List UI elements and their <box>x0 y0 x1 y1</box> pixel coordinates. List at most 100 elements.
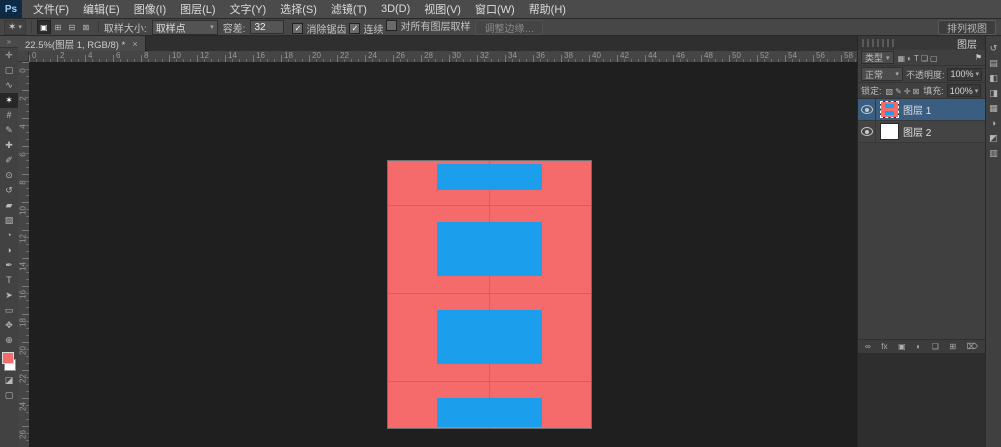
hand-tool[interactable]: ✥ <box>0 318 18 333</box>
lock-row: 锁定: ▨ ✎ ✛ ⊠ 填充: 100% ▾ <box>858 83 985 99</box>
menu-item-8[interactable]: 视图(V) <box>417 1 468 17</box>
eyedropper-tool[interactable]: ✎ <box>0 123 18 138</box>
pattern-gridline <box>489 161 490 428</box>
filter-pixel-layers-icon[interactable]: ▦ <box>897 54 907 63</box>
blend-mode-select[interactable]: 正常 ▾ <box>861 67 903 81</box>
filter-shape-layers-icon[interactable]: ❏ <box>920 54 929 63</box>
adjustments-panel-icon[interactable]: ◑ <box>986 116 1001 131</box>
layer-effects-icon[interactable]: fx <box>881 342 887 351</box>
checkbox-label: 对所有图层取样 <box>400 22 471 33</box>
canvas-viewport[interactable] <box>29 62 857 447</box>
delete-layer-icon[interactable]: ⌦ <box>967 342 978 351</box>
menu-item-2[interactable]: 图像(I) <box>127 1 173 17</box>
lock-pixels-icon[interactable]: ✎ <box>894 87 903 96</box>
tab-layers[interactable]: 图层 <box>957 36 981 51</box>
properties-panel-icon[interactable]: ▤ <box>986 56 1001 71</box>
menu-item-0[interactable]: 文件(F) <box>26 1 76 17</box>
ruler-origin[interactable] <box>18 51 29 62</box>
dodge-tool[interactable]: ◑ <box>0 243 18 258</box>
foreground-color-swatch[interactable] <box>2 352 14 364</box>
move-tool[interactable]: ✛ <box>0 48 18 63</box>
toolbar-collapse-button[interactable]: » <box>0 36 18 48</box>
layer-thumbnail[interactable] <box>880 101 899 118</box>
info-panel-icon[interactable]: ◧ <box>986 71 1001 86</box>
checked-checkbox-icon[interactable]: ✓ <box>349 23 361 34</box>
brush-tool[interactable]: ✐ <box>0 153 18 168</box>
menu-item-1[interactable]: 编辑(E) <box>76 1 127 17</box>
history-panel-icon[interactable]: ↺ <box>986 41 1001 56</box>
blur-tool[interactable]: ◔ <box>0 228 18 243</box>
lasso-tool[interactable]: ∿ <box>0 78 18 93</box>
link-layers-icon[interactable]: ∞ <box>865 342 871 351</box>
swatches-panel-icon[interactable]: ▦ <box>986 101 1001 116</box>
layer-thumbnail[interactable] <box>881 124 898 139</box>
color-panel-icon[interactable]: ◨ <box>986 86 1001 101</box>
pen-tool[interactable]: ✒ <box>0 258 18 273</box>
menu-item-7[interactable]: 3D(D) <box>374 3 417 15</box>
tolerance-input[interactable]: 32 <box>250 20 285 34</box>
filter-adjustment-layers-icon[interactable]: ◐ <box>906 54 913 63</box>
zoom-tool[interactable]: ⊕ <box>0 333 18 348</box>
photoshop-window: Ps 文件(F) 编辑(E) 图像(I) 图层(L) 文字(Y) 选择(S) 滤镜(T) 3D… <box>0 0 1001 447</box>
option-checkbox-1[interactable]: ✓ 消除锯齿 <box>292 21 346 36</box>
menu-item-3[interactable]: 图层(L) <box>173 1 222 17</box>
quick-mask-button[interactable]: ◪ <box>0 373 18 388</box>
channels-panel-icon[interactable]: ▥ <box>986 146 1001 161</box>
unchecked-checkbox-icon[interactable] <box>386 20 398 31</box>
filter-smart-objects-icon[interactable]: ▢ <box>929 54 939 63</box>
crop-tool[interactable]: # <box>0 108 18 123</box>
new-selection-icon[interactable]: ▣ <box>36 20 51 34</box>
filter-type-select[interactable]: 类型 ▾ <box>861 51 894 64</box>
fill-value[interactable]: 100% ▾ <box>946 84 982 97</box>
menu-bar: Ps 文件(F) 编辑(E) 图像(I) 图层(L) 文字(Y) 选择(S) 滤镜(T) 3D… <box>0 0 1001 19</box>
tool-preset-picker[interactable]: ✶ ▾ <box>4 19 26 35</box>
refine-edge-button[interactable]: 调整边缘… <box>475 19 544 35</box>
close-tab-icon[interactable]: × <box>132 39 137 49</box>
visibility-toggle[interactable] <box>858 121 876 142</box>
checked-checkbox-icon[interactable]: ✓ <box>292 23 304 34</box>
eraser-tool[interactable]: ▰ <box>0 198 18 213</box>
visibility-toggle[interactable] <box>858 99 876 120</box>
filter-type-layers-icon[interactable]: T <box>913 54 920 63</box>
option-checkbox-3[interactable]: 对所有图层取样 <box>386 18 470 33</box>
path-select-tool[interactable]: ➤ <box>0 288 18 303</box>
layer-group-icon[interactable]: ❏ <box>932 342 939 351</box>
layer-row-2[interactable]: 图层 2 <box>858 121 985 143</box>
gradient-tool[interactable]: ▧ <box>0 213 18 228</box>
add-selection-icon[interactable]: ⊞ <box>51 20 65 34</box>
dock-grip[interactable] <box>862 39 896 47</box>
magic-wand-tool[interactable]: ✶ <box>0 93 18 108</box>
screen-mode-button[interactable]: ▢ <box>0 388 18 403</box>
new-layer-icon[interactable]: ⊞ <box>949 342 956 351</box>
sample-size-select[interactable]: 取样点 ▾ <box>151 19 218 35</box>
intersect-selection-icon[interactable]: ⊠ <box>79 20 93 34</box>
menu-item-10[interactable]: 帮助(H) <box>522 1 573 17</box>
menu-item-5[interactable]: 选择(S) <box>273 1 324 17</box>
history-brush-tool[interactable]: ↺ <box>0 183 18 198</box>
clone-stamp-tool[interactable]: ⊙ <box>0 168 18 183</box>
document-canvas[interactable] <box>387 160 592 429</box>
adjustment-layer-icon[interactable]: ◐ <box>916 342 921 351</box>
subtract-selection-icon[interactable]: ⊟ <box>65 20 79 34</box>
menu-item-4[interactable]: 文字(Y) <box>223 1 274 17</box>
arrange-view-button[interactable]: 排列视图 <box>938 19 996 35</box>
lock-all-icon[interactable]: ⊠ <box>911 87 920 96</box>
layer-mask-icon[interactable]: ▣ <box>898 342 906 351</box>
type-tool[interactable]: T <box>0 273 18 288</box>
lock-transparent-icon[interactable]: ▨ <box>885 87 895 96</box>
healing-brush-tool[interactable]: ✚ <box>0 138 18 153</box>
marquee-tool[interactable]: ▢ <box>0 63 18 78</box>
shape-tool[interactable]: ▭ <box>0 303 18 318</box>
layer-list: 图层 1 图层 2 <box>858 99 985 143</box>
document-tab[interactable]: 22.5%(图层 1, RGB/8) * × <box>18 36 146 51</box>
pattern-gridline <box>388 381 591 382</box>
filter-toggle-icon[interactable]: ⚑ <box>975 53 982 62</box>
ruler-label: 34 <box>508 51 517 60</box>
styles-panel-icon[interactable]: ◩ <box>986 131 1001 146</box>
layer-row-1[interactable]: 图层 1 <box>858 99 985 121</box>
menu-item-6[interactable]: 滤镜(T) <box>324 1 374 17</box>
opacity-value[interactable]: 100% ▾ <box>947 67 982 81</box>
menu-item-9[interactable]: 窗口(W) <box>468 1 522 17</box>
ruler-label: 0 <box>32 51 37 60</box>
option-checkbox-2[interactable]: ✓ 连续 <box>349 21 383 36</box>
